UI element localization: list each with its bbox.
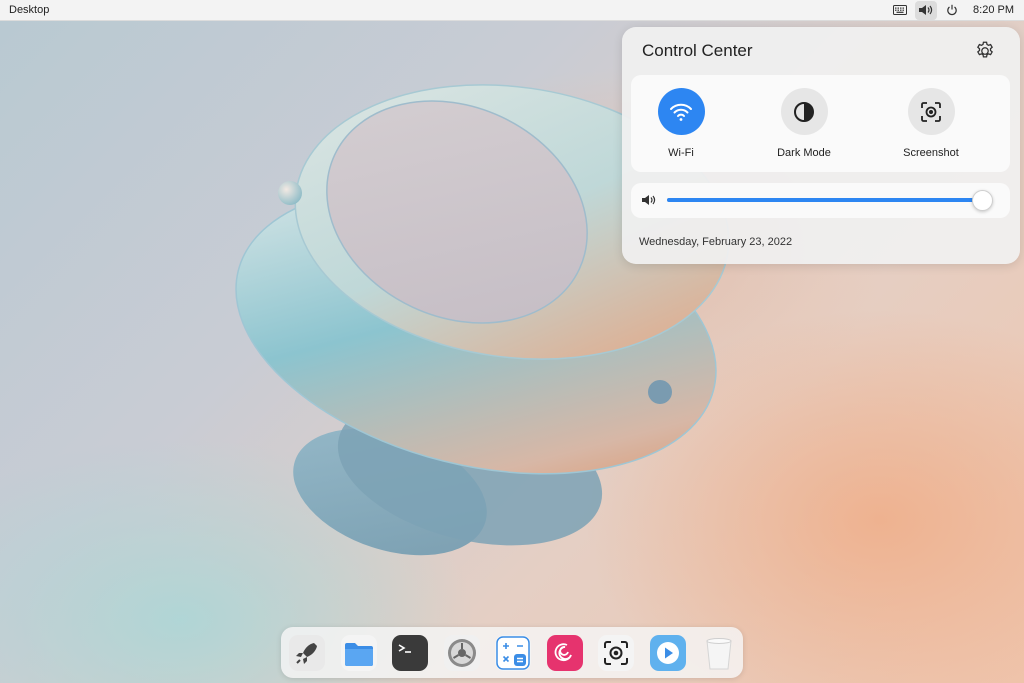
media-player-icon[interactable]: [648, 633, 688, 673]
wifi-toggle[interactable]: Wi-Fi: [631, 88, 731, 159]
power-icon[interactable]: [941, 1, 963, 20]
screenshot-label: Screenshot: [903, 147, 959, 159]
trash-icon[interactable]: [699, 633, 739, 673]
file-manager-icon[interactable]: [339, 633, 379, 673]
wifi-icon[interactable]: [657, 88, 705, 135]
dock: [281, 627, 743, 678]
volume-slider-handle[interactable]: [971, 190, 993, 211]
keyboard-icon[interactable]: [889, 1, 911, 20]
volume-slider-icon: [641, 193, 657, 211]
date-label: Wednesday, February 23, 2022: [639, 236, 793, 248]
dark-mode-toggle[interactable]: Dark Mode: [754, 88, 854, 159]
wifi-label: Wi-Fi: [668, 147, 694, 159]
screenshot-app-icon[interactable]: [596, 633, 636, 673]
control-center-title: Control Center: [642, 41, 753, 60]
volume-control: [631, 183, 1010, 218]
screenshot-icon[interactable]: [907, 88, 955, 135]
dark-mode-icon[interactable]: [780, 88, 828, 135]
volume-slider[interactable]: [667, 190, 993, 211]
launcher-icon[interactable]: [287, 633, 327, 673]
calculator-icon[interactable]: [493, 633, 533, 673]
dark-mode-label: Dark Mode: [777, 147, 831, 159]
window-title: Desktop: [9, 4, 50, 16]
debian-icon[interactable]: [545, 633, 585, 673]
screenshot-toggle[interactable]: Screenshot: [881, 88, 981, 159]
volume-icon[interactable]: [915, 0, 938, 20]
settings-icon[interactable]: [442, 633, 482, 673]
clock[interactable]: 8:20 PM: [973, 4, 1014, 16]
terminal-icon[interactable]: [390, 633, 430, 673]
control-center-panel: Control Center Wi-Fi Dark Mode Screensho…: [622, 27, 1020, 264]
quick-toggles: Wi-Fi Dark Mode Screenshot: [631, 75, 1010, 172]
settings-gear-icon[interactable]: [974, 40, 996, 62]
volume-slider-fill: [667, 198, 982, 202]
system-tray: 8:20 PM: [889, 0, 1024, 21]
top-panel: Desktop 8:20 PM: [0, 0, 1024, 21]
